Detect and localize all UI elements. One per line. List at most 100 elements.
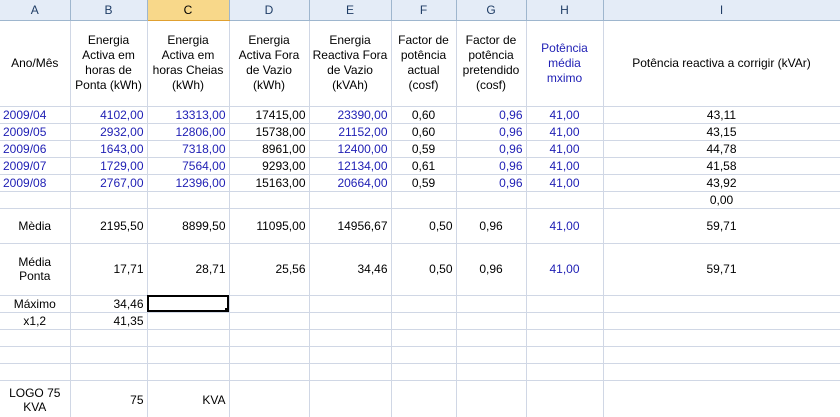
cell[interactable]: [0, 329, 71, 347]
cell[interactable]: 75: [70, 380, 148, 417]
cell[interactable]: [309, 380, 392, 417]
column-header-e[interactable]: E: [309, 0, 392, 21]
header-cell[interactable]: Ano/Mês: [0, 20, 71, 107]
cell[interactable]: 41,00: [526, 123, 604, 141]
cell[interactable]: 41,00: [526, 243, 604, 296]
cell[interactable]: [603, 363, 840, 381]
header-cell[interactable]: Energia Activa Fora de Vazio (kWh): [229, 20, 310, 107]
header-cell[interactable]: Energia Activa em horas Cheias (kWh): [147, 20, 230, 107]
cell[interactable]: 25,56: [229, 243, 310, 296]
cell[interactable]: 11095,00: [229, 208, 310, 244]
cell[interactable]: [456, 329, 527, 347]
column-header-d[interactable]: D: [229, 0, 310, 21]
cell[interactable]: [0, 191, 71, 209]
cell[interactable]: 21152,00: [309, 123, 392, 141]
cell[interactable]: 13313,00: [147, 106, 230, 124]
data-grid[interactable]: A B C D E F G H I Ano/Mês Energia Activa…: [0, 0, 840, 417]
cell[interactable]: [70, 363, 148, 381]
cell[interactable]: KVA: [147, 380, 230, 417]
cell[interactable]: [309, 363, 392, 381]
header-cell[interactable]: Potência média mximo: [526, 20, 604, 107]
cell[interactable]: 59,71: [603, 243, 840, 296]
cell[interactable]: Máximo: [0, 295, 71, 313]
cell[interactable]: 2009/08: [0, 174, 71, 192]
cell[interactable]: 1729,00: [70, 157, 148, 175]
cell[interactable]: [0, 363, 71, 381]
cell[interactable]: 0,50: [391, 243, 457, 296]
cell[interactable]: [309, 346, 392, 364]
cell[interactable]: [391, 363, 457, 381]
cell[interactable]: 17,71: [70, 243, 148, 296]
cell[interactable]: [309, 295, 392, 313]
column-header-f[interactable]: F: [391, 0, 457, 21]
cell[interactable]: [147, 346, 230, 364]
cell[interactable]: Média Ponta: [0, 243, 71, 296]
cell[interactable]: 0,96: [456, 208, 527, 244]
column-header-g[interactable]: G: [456, 0, 527, 21]
cell[interactable]: [70, 329, 148, 347]
cell[interactable]: [456, 346, 527, 364]
cell[interactable]: [526, 312, 604, 330]
cell[interactable]: [526, 295, 604, 313]
cell[interactable]: 9293,00: [229, 157, 310, 175]
cell[interactable]: 0,60: [391, 123, 457, 141]
cell[interactable]: 2009/06: [0, 140, 71, 158]
cell[interactable]: 2009/05: [0, 123, 71, 141]
cell[interactable]: 0,96: [456, 140, 527, 158]
cell[interactable]: 12396,00: [147, 174, 230, 192]
cell[interactable]: [309, 329, 392, 347]
header-cell[interactable]: Energia Activa em horas de Ponta (kWh): [70, 20, 148, 107]
cell[interactable]: 28,71: [147, 243, 230, 296]
cell[interactable]: 0,59: [391, 140, 457, 158]
cell[interactable]: 59,71: [603, 208, 840, 244]
cell[interactable]: [229, 295, 310, 313]
cell[interactable]: 0,96: [456, 123, 527, 141]
cell[interactable]: 41,00: [526, 174, 604, 192]
cell[interactable]: 12134,00: [309, 157, 392, 175]
cell[interactable]: 0,00: [603, 191, 840, 209]
cell[interactable]: 2767,00: [70, 174, 148, 192]
cell[interactable]: 0,59: [391, 174, 457, 192]
cell[interactable]: 0,96: [456, 157, 527, 175]
cell[interactable]: [0, 346, 71, 364]
cell[interactable]: 2932,00: [70, 123, 148, 141]
cell[interactable]: 41,35: [70, 312, 148, 330]
cell[interactable]: [456, 363, 527, 381]
cell[interactable]: 23390,00: [309, 106, 392, 124]
spreadsheet[interactable]: A B C D E F G H I Ano/Mês Energia Activa…: [0, 0, 840, 417]
cell[interactable]: [147, 329, 230, 347]
cell[interactable]: [391, 346, 457, 364]
cell[interactable]: [147, 312, 230, 330]
cell[interactable]: [229, 312, 310, 330]
cell[interactable]: 0,60: [391, 106, 457, 124]
cell[interactable]: 7564,00: [147, 157, 230, 175]
cell[interactable]: 44,78: [603, 140, 840, 158]
cell[interactable]: [603, 380, 840, 417]
cell[interactable]: [526, 380, 604, 417]
header-cell[interactable]: Factor de potência pretendido (cosf): [456, 20, 527, 107]
cell[interactable]: [229, 363, 310, 381]
cell[interactable]: [229, 346, 310, 364]
column-header-i[interactable]: I: [603, 0, 840, 21]
cell[interactable]: [147, 191, 230, 209]
cell[interactable]: 41,00: [526, 106, 604, 124]
column-header-c[interactable]: C: [147, 0, 230, 21]
cell[interactable]: 15738,00: [229, 123, 310, 141]
cell[interactable]: 0,61: [391, 157, 457, 175]
cell[interactable]: 0,96: [456, 174, 527, 192]
cell[interactable]: 0,96: [456, 106, 527, 124]
cell[interactable]: [147, 363, 230, 381]
cell[interactable]: Mèdia: [0, 208, 71, 244]
cell[interactable]: [229, 380, 310, 417]
cell[interactable]: [309, 191, 392, 209]
cell[interactable]: 14956,67: [309, 208, 392, 244]
cell[interactable]: [456, 191, 527, 209]
cell[interactable]: [309, 312, 392, 330]
cell[interactable]: x1,2: [0, 312, 71, 330]
cell[interactable]: 43,92: [603, 174, 840, 192]
cell[interactable]: 34,46: [70, 295, 148, 313]
cell[interactable]: [229, 191, 310, 209]
cell[interactable]: [526, 363, 604, 381]
cell[interactable]: [526, 191, 604, 209]
cell[interactable]: [229, 329, 310, 347]
